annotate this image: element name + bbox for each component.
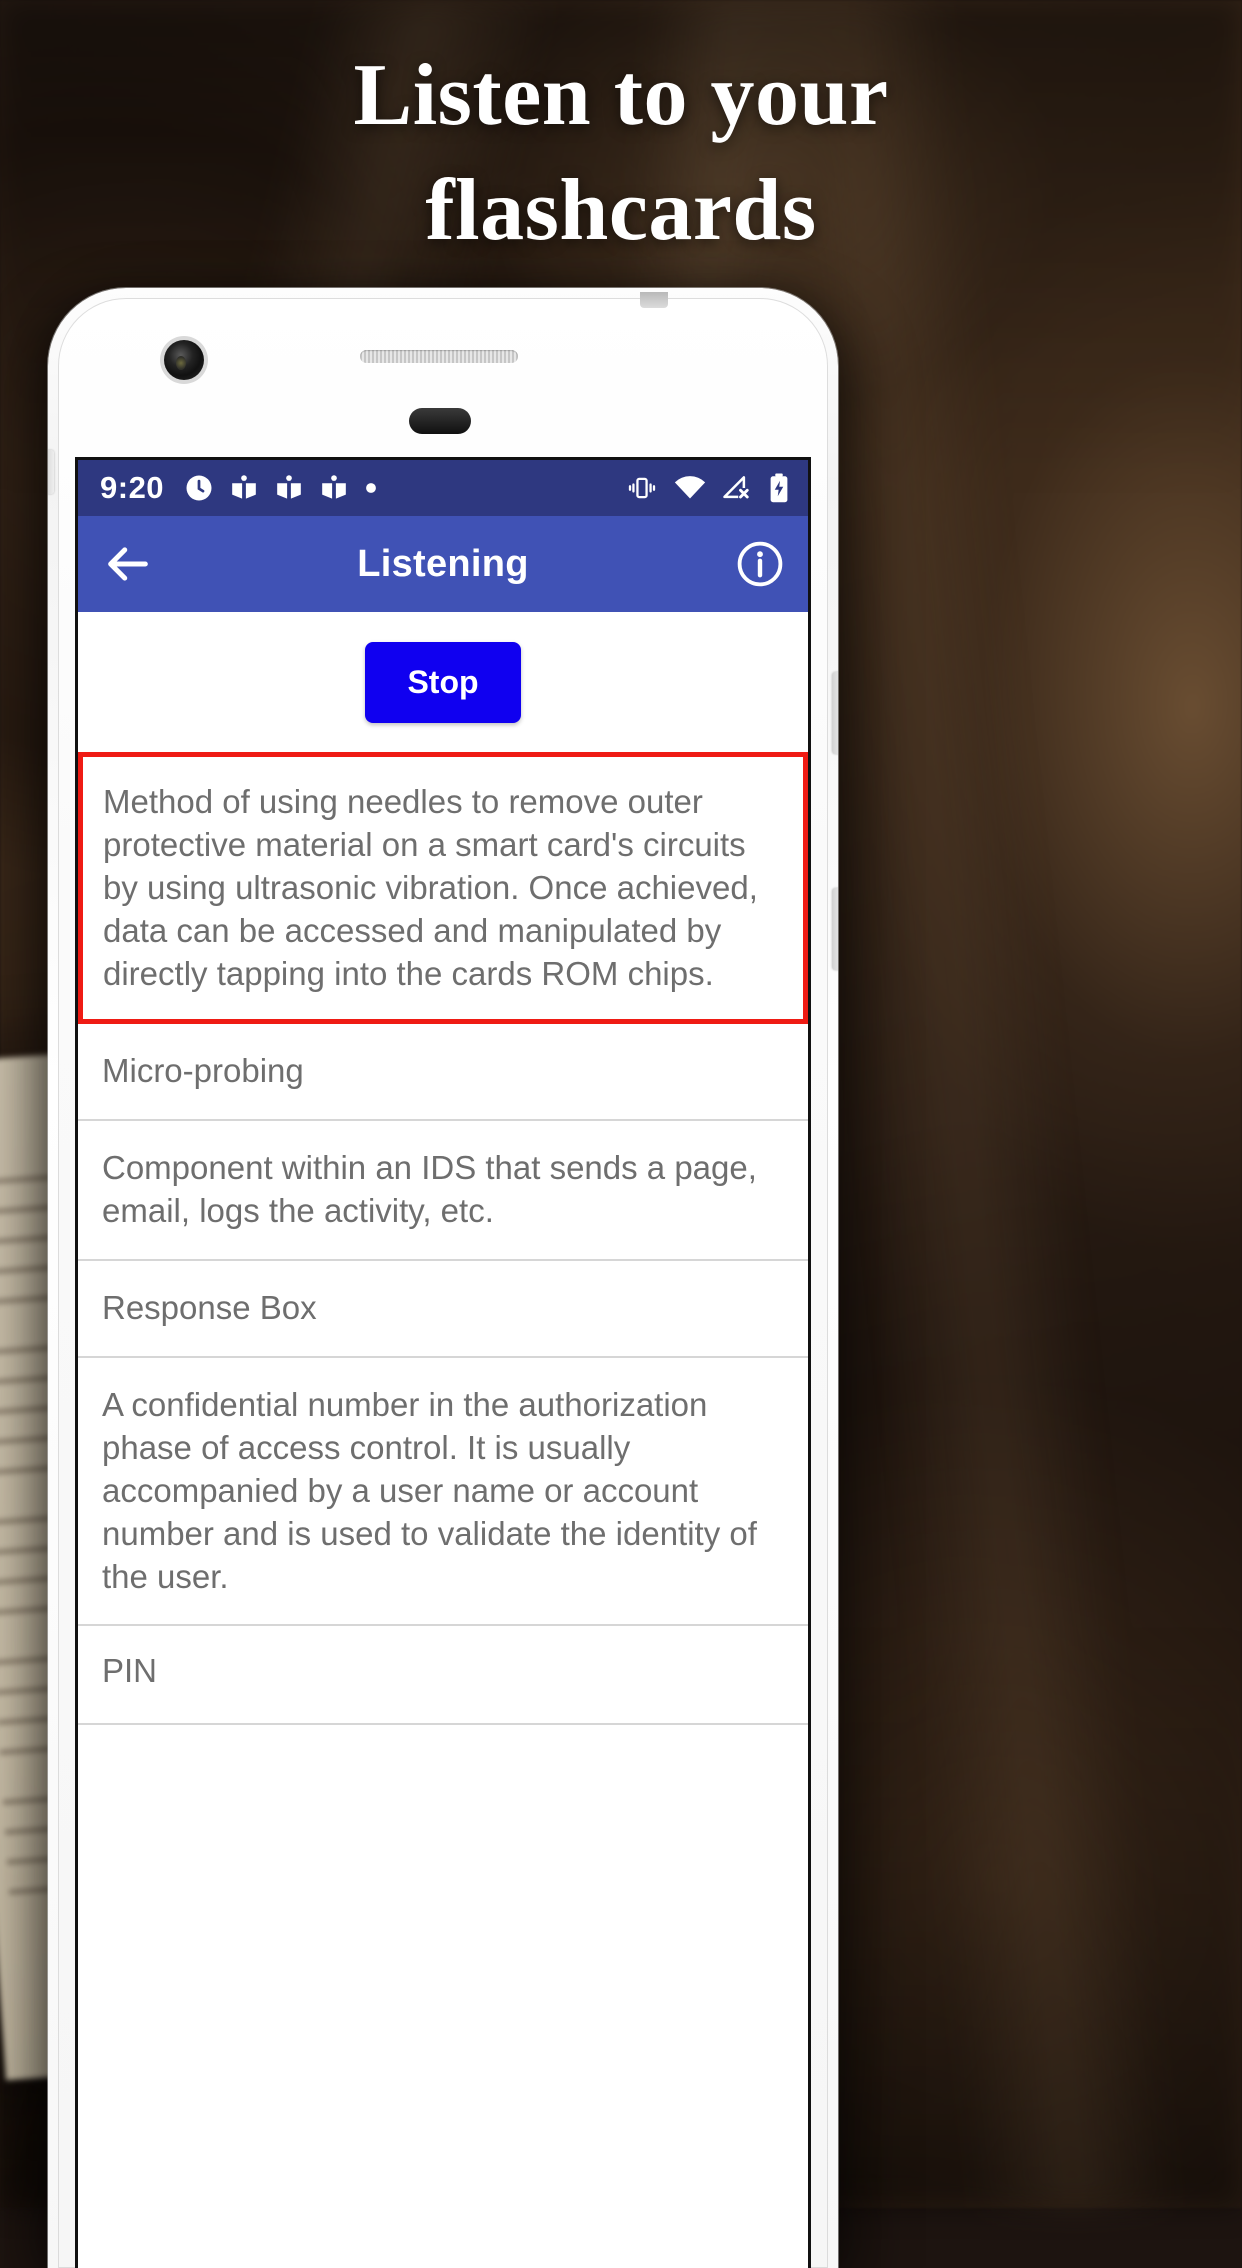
list-item[interactable]: Method of using needles to remove outer … [78, 752, 808, 1025]
page-title: Listening [357, 542, 529, 585]
playback-controls: Stop [78, 612, 808, 752]
battery-charging-icon [770, 473, 788, 503]
phone-screen: 9:20 Listening Stop Method of using need… [78, 460, 808, 2268]
back-arrow-icon[interactable] [102, 538, 154, 590]
list-item[interactable]: Micro-probing [78, 1024, 808, 1122]
list-item[interactable]: A confidential number in the authorizati… [78, 1358, 808, 1627]
status-bar-time: 9:20 [100, 470, 165, 505]
phone-mockup: 9:20 Listening Stop Method of using need… [48, 288, 838, 2268]
flashcard-book-icon [232, 475, 256, 499]
list-item[interactable]: Component within an IDS that sends a pag… [78, 1121, 808, 1262]
app-bar: Listening [78, 516, 808, 612]
side-button-left[interactable] [48, 450, 54, 494]
no-signal-icon [723, 476, 750, 500]
headline-line-1: Listen to your [353, 47, 889, 144]
flashcard-book-icon [277, 475, 301, 499]
list-item[interactable]: Response Box [78, 1261, 808, 1359]
main-content: Stop Method of using needles to remove o… [78, 612, 808, 2268]
notification-clock-icon [186, 475, 212, 501]
status-bar: 9:20 [78, 460, 808, 516]
front-camera-icon [164, 340, 204, 380]
flashcard-book-icon [322, 475, 346, 499]
info-icon[interactable] [736, 540, 784, 588]
stop-button[interactable]: Stop [365, 641, 521, 723]
phone-top-sensor [640, 292, 668, 308]
home-button[interactable] [409, 408, 471, 434]
status-bar-notification-icons [184, 473, 626, 503]
wifi-icon [674, 476, 706, 499]
side-button-volume[interactable] [832, 888, 838, 970]
list-item[interactable]: PIN [78, 1626, 808, 1726]
side-button-power[interactable] [832, 672, 838, 754]
headline-line-2: flashcards [425, 162, 817, 260]
earpiece-speaker-grille [360, 350, 518, 363]
status-bar-system-icons [626, 473, 790, 503]
promo-headline: Listen to your flashcards [0, 48, 1242, 258]
vibrate-icon [628, 477, 656, 499]
notification-dot-icon [366, 483, 376, 493]
flashcard-list: Method of using needles to remove outer … [78, 752, 808, 1726]
